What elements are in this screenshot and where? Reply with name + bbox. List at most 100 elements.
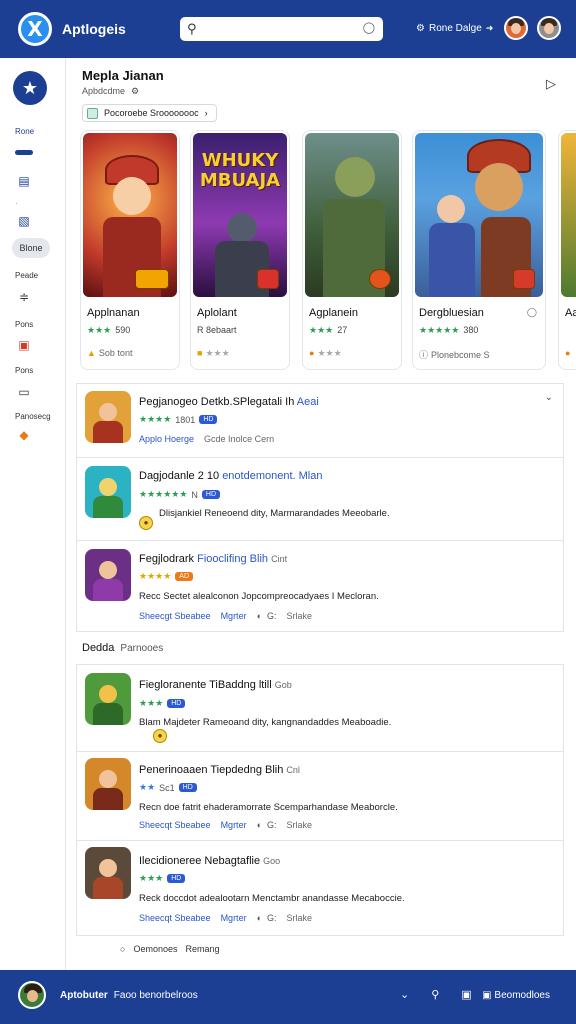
game-icon [85,673,131,725]
chart-icon[interactable]: ≑ [17,290,31,304]
list-item-rating: ★★ Sc1 HD [139,782,197,793]
filter-chip[interactable]: Pocoroebe Sroooooooc › [82,104,217,122]
settings-icon: ⚙ [416,23,425,34]
game-name: Aplolant [197,307,237,319]
top-bar: X Aptlogeis ⚲ ◯ ⚙ Rone Dalge ➜ [0,0,576,58]
sidebar-item-chip[interactable]: Blone [12,238,50,258]
game-artwork [305,133,399,297]
list-item-desc: Reck doccdot adealootarn Menctambr anand… [139,893,405,904]
voice-icon[interactable]: ◯ [363,21,375,34]
calendar-icon[interactable]: ▤ [17,174,31,188]
account-link[interactable]: ⚙ Rone Dalge ➜ [416,23,493,34]
chevron-down-icon[interactable]: ⌄ [545,392,553,403]
game-meta: ■ ★★★ [197,348,230,358]
game-artwork [83,133,177,297]
puzzle-icon[interactable]: ◆ [17,428,31,442]
main-content: Mepla Jianan Apbdcdme ⚙ ▷ Pocoroebe Srooo… [66,58,576,970]
page-subtitle: Apbdcdme ⚙ [82,86,140,96]
coin-icon: ● [565,348,571,358]
account-link-label: Rone Dalge [428,23,482,34]
game-name: Dergbluesian [419,307,484,319]
section-header: Dedda Parnooes [82,642,164,654]
list-item-links: Applo Hoerge Gcde Inolce Cern [139,434,275,444]
sidebar-active-indicator [15,150,33,155]
featured-card[interactable]: Dergbluesian ★★★★★ 380 ⓘ Plonebcome S ◯ [412,130,546,370]
sidebar: ★ Rone ▤ · ▧ Blone Peade ≑ Pons ▣ Pons ▭… [0,58,66,970]
sidebar-item-label[interactable]: Panosecg [15,412,51,421]
coin-icon: ■ [197,348,203,358]
share-icon[interactable]: ▷ [546,76,556,92]
avatar[interactable] [537,16,561,40]
bottom-right-link[interactable]: ▣ Beomodloes [482,990,550,1001]
list-item-desc: Dlisjankiel Reneoend dity, Marmarandades… [159,508,390,519]
sidebar-item-label[interactable]: Rone [15,127,34,136]
search-icon[interactable]: ⚲ [431,988,439,1001]
bookmark-icon[interactable]: ▣ [461,988,471,1001]
list-item[interactable]: Fiegloranente TiBaddng ltill Gob ★★★ HD B… [76,664,564,752]
list-item-title: Dagjodanle 2 10 enotdemonent. Mlan [139,470,323,482]
avatar[interactable] [18,981,46,1009]
gift-icon[interactable]: ▣ [17,338,31,352]
game-artwork [415,133,543,297]
bottom-bar: Aptobuter Faoo benorbelroos ⌄ ⚲ ▣ ▣ Beomo… [0,970,576,1024]
list-item-rating: ★★★ HD [139,698,186,709]
featured-card[interactable]: Aa ● [558,130,576,370]
list-item[interactable]: Dagjodanle 2 10 enotdemonent. Mlan ★★★★★… [76,457,564,541]
featured-card[interactable]: WHUKY MBUAJA Aplolant R 8ebaart ■ ★★★ [190,130,290,370]
game-icon [85,847,131,899]
more-icon[interactable]: ◯ [527,307,537,318]
monitor-icon[interactable]: ▭ [17,385,31,399]
clock-icon: ◐ G: [256,611,277,621]
book-icon[interactable]: ▧ [17,214,31,228]
list-item-links: Sheecqt Sbeabee Mgrter ◐ G: Srlake [139,820,313,830]
gear-icon[interactable]: ⚙ [131,86,139,96]
close-icon[interactable]: › [205,108,208,118]
list-item-rating: ★★★ HD [139,873,186,884]
game-meta: ▲ Sob tont [87,348,133,358]
bottom-icons: ⌄ ⚲ ▣ [400,988,472,1001]
list-item-title: Pegjanogeo Detkb.SPlegatali Ih Aeai [139,396,319,408]
list-item-title: Fegjlodrark Fiooclifing Blih Cint [139,553,288,565]
featured-card[interactable]: Agplanein ★★★ 27 ● ★★★ [302,130,402,370]
list-item-links: Sheecgt Sbeabee Mgrter ◐ G: Srlake [139,611,313,621]
info-icon: ⓘ [419,350,429,360]
game-meta: ● [565,348,573,358]
featured-card[interactable]: Applnanan ★★★ 590 ▲ Sob tont [80,130,180,370]
star-icon[interactable]: ★ [13,71,47,105]
download-icon: ▣ [482,990,492,1001]
search-box[interactable]: ⚲ ◯ [180,17,383,41]
circle-icon: ○ [120,944,126,954]
game-art-title: WHUKY MBUAJA [199,150,281,191]
game-icon [85,466,131,518]
list-item-rating: ★★★★★★ N HD [139,489,221,500]
app-logo[interactable]: X [18,12,52,46]
list-item[interactable]: Penerinoaaen Tiepdedng Blih Cnl ★★ Sc1 HD … [76,751,564,841]
sidebar-item-label: · [15,199,18,208]
sidebar-item-label[interactable]: Peade [15,271,38,280]
coin-icon: ● [153,729,167,743]
avatar[interactable] [504,16,528,40]
game-icon [85,758,131,810]
chevron-down-icon[interactable]: ⌄ [400,988,409,1001]
game-rating: ★★★ 27 [309,325,348,335]
coin-icon: ● [309,348,315,358]
game-rating: R 8ebaart [197,325,237,335]
game-artwork: WHUKY MBUAJA [193,133,287,297]
clock-icon: ◐ G: [256,820,277,830]
coin-icon: ● [139,516,153,530]
list-item-desc: Recc Sectet alealconon Jopcompreocadyaes… [139,591,379,602]
search-input[interactable] [206,20,356,38]
sidebar-item-label[interactable]: Pons [15,366,33,375]
list-item[interactable]: Pegjanogeo Detkb.SPlegatali Ih Aeai ★★★★… [76,383,564,458]
game-icon [85,549,131,601]
chevron-right-icon: ➜ [485,23,494,33]
game-icon [85,391,131,443]
sidebar-item-label[interactable]: Pons [15,320,33,329]
list-item[interactable]: Ilecidioneree Nebagtaflie Goo ★★★ HD Reck… [76,840,564,936]
game-name: Agplanein [309,307,358,319]
search-icon: ⚲ [187,21,197,36]
list-item-rating: ★★★★ AD [139,571,194,582]
game-name: Applnanan [87,307,140,319]
list-item[interactable]: Fegjlodrark Fiooclifing Blih Cint ★★★★ AD… [76,540,564,632]
game-rating: ★★★★★ 380 [419,325,479,335]
